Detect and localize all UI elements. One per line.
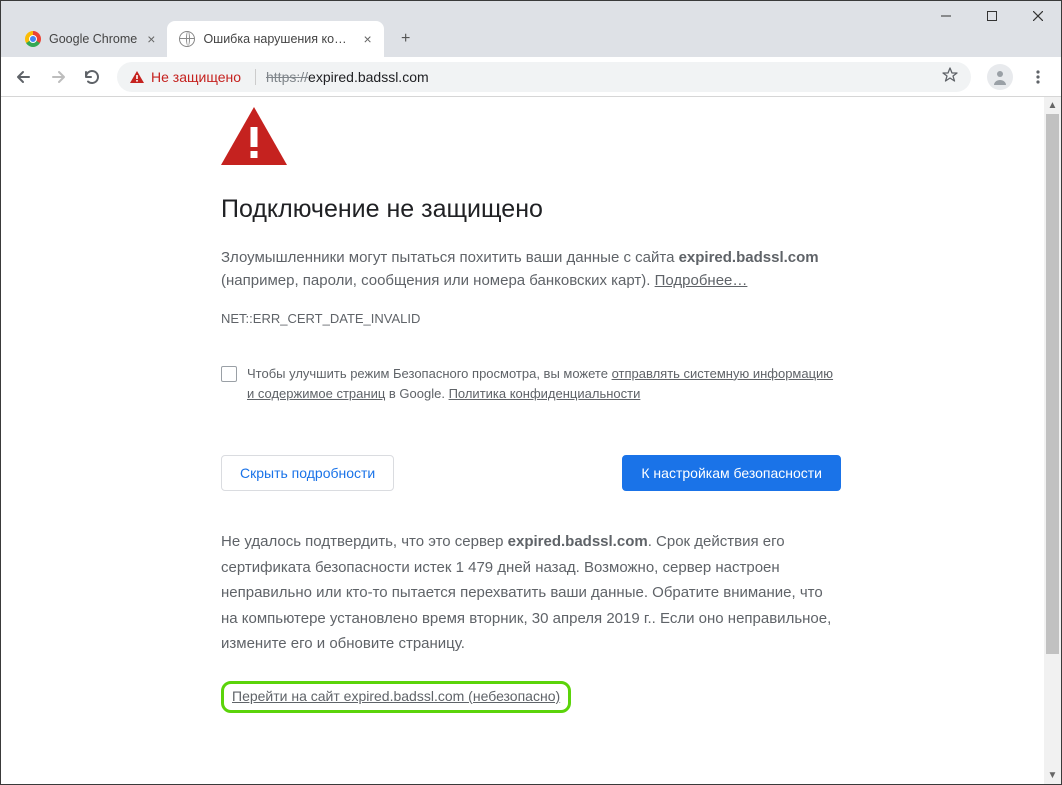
security-label: Не защищено bbox=[151, 69, 241, 85]
url-host: expired.badssl.com bbox=[308, 69, 429, 85]
proceed-highlight: Перейти на сайт expired.badssl.com (небе… bbox=[221, 681, 571, 713]
back-arrow-icon bbox=[15, 68, 33, 86]
minimize-button[interactable] bbox=[923, 1, 969, 31]
privacy-policy-link[interactable]: Политика конфиденциальности bbox=[449, 386, 641, 401]
window-controls bbox=[923, 1, 1061, 31]
star-icon bbox=[941, 66, 959, 84]
warning-paragraph: Злоумышленники могут пытаться похитить в… bbox=[221, 246, 841, 293]
domain-text: expired.badssl.com bbox=[679, 249, 819, 266]
opt-in-text: Чтобы улучшить режим Безопасного просмот… bbox=[247, 364, 841, 406]
opt-in-row: Чтобы улучшить режим Безопасного просмот… bbox=[221, 364, 841, 406]
tab-strip: Google Chrome × Ошибка нарушения конфиде… bbox=[1, 1, 420, 57]
globe-favicon bbox=[179, 31, 195, 47]
bookmark-star-button[interactable] bbox=[941, 66, 959, 87]
learn-more-link[interactable]: Подробнее… bbox=[655, 272, 748, 289]
forward-button[interactable] bbox=[43, 62, 73, 92]
address-bar[interactable]: Не защищено https:// expired.badssl.com bbox=[117, 62, 971, 92]
browser-window: Google Chrome × Ошибка нарушения конфиде… bbox=[0, 0, 1062, 785]
chrome-favicon bbox=[25, 31, 41, 47]
large-warning-icon bbox=[221, 107, 841, 165]
back-button[interactable] bbox=[9, 62, 39, 92]
tab-title: Google Chrome bbox=[49, 32, 137, 46]
reload-icon bbox=[83, 68, 101, 86]
warning-triangle-icon bbox=[129, 70, 145, 84]
url-scheme: https:// bbox=[266, 69, 308, 85]
menu-button[interactable] bbox=[1023, 62, 1053, 92]
scrollbar-thumb[interactable] bbox=[1046, 114, 1059, 654]
close-tab-icon[interactable]: × bbox=[147, 31, 155, 47]
page-viewport: ▲ ▼ Подключение не защищено Злоумышленни… bbox=[1, 97, 1061, 784]
toolbar: Не защищено https:// expired.badssl.com bbox=[1, 57, 1061, 97]
maximize-icon bbox=[987, 11, 997, 21]
close-tab-icon[interactable]: × bbox=[363, 31, 371, 47]
opt-in-checkbox[interactable] bbox=[221, 366, 237, 382]
separator bbox=[255, 69, 256, 85]
page-title: Подключение не защищено bbox=[221, 195, 841, 224]
minimize-icon bbox=[941, 11, 951, 21]
tab-privacy-error[interactable]: Ошибка нарушения конфиденц × bbox=[167, 21, 383, 57]
proceed-unsafe-link[interactable]: Перейти на сайт expired.badssl.com (небе… bbox=[232, 688, 560, 704]
kebab-menu-icon bbox=[1030, 69, 1046, 85]
tab-google-chrome[interactable]: Google Chrome × bbox=[13, 21, 167, 57]
scroll-down-arrow-icon[interactable]: ▼ bbox=[1044, 767, 1061, 784]
reload-button[interactable] bbox=[77, 62, 107, 92]
maximize-button[interactable] bbox=[969, 1, 1015, 31]
security-indicator[interactable]: Не защищено bbox=[129, 69, 241, 85]
hide-details-button[interactable]: Скрыть подробности bbox=[221, 455, 394, 491]
tab-title: Ошибка нарушения конфиденц bbox=[203, 32, 353, 46]
new-tab-button[interactable]: + bbox=[392, 25, 420, 53]
forward-arrow-icon bbox=[49, 68, 67, 86]
button-row: Скрыть подробности К настройкам безопасн… bbox=[221, 455, 841, 491]
vertical-scrollbar[interactable]: ▲ ▼ bbox=[1044, 97, 1061, 784]
close-window-button[interactable] bbox=[1015, 1, 1061, 31]
ssl-error-interstitial: Подключение не защищено Злоумышленники м… bbox=[221, 97, 841, 713]
back-to-safety-button[interactable]: К настройкам безопасности bbox=[622, 455, 841, 491]
profile-avatar-button[interactable] bbox=[987, 64, 1013, 90]
scroll-up-arrow-icon[interactable]: ▲ bbox=[1044, 97, 1061, 114]
domain-text: expired.badssl.com bbox=[508, 533, 648, 550]
titlebar: Google Chrome × Ошибка нарушения конфиде… bbox=[1, 1, 1061, 57]
close-icon bbox=[1033, 11, 1043, 21]
error-code: NET::ERR_CERT_DATE_INVALID bbox=[221, 311, 841, 326]
person-icon bbox=[991, 68, 1009, 86]
details-paragraph: Не удалось подтвердить, что это сервер e… bbox=[221, 529, 841, 657]
